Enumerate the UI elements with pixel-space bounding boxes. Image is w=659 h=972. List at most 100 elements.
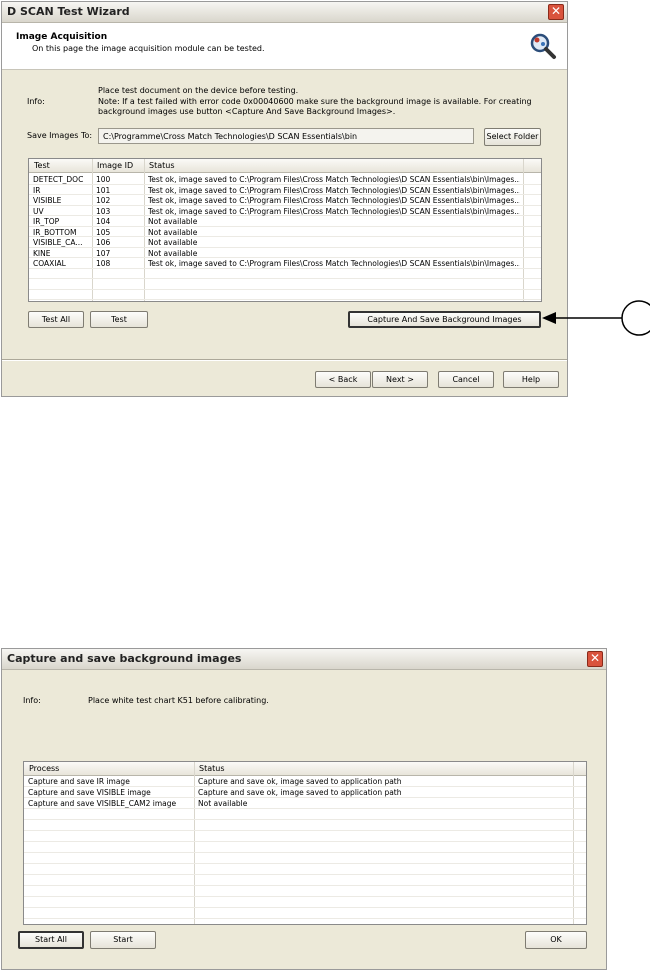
row-separator bbox=[24, 830, 586, 831]
capture-titlebar: Capture and save background images ✕ bbox=[2, 649, 606, 670]
cell-status: Test ok, image saved to C:\Program Files… bbox=[148, 196, 520, 205]
magnifier-icon bbox=[530, 33, 556, 59]
capture-info-text: Place white test chart K51 before calibr… bbox=[88, 696, 269, 705]
cell-status: Test ok, image saved to C:\Program Files… bbox=[148, 175, 520, 184]
test-all-button[interactable]: Test All bbox=[28, 311, 84, 328]
cell-id: 106 bbox=[96, 238, 111, 247]
row-separator bbox=[24, 896, 586, 897]
row-separator bbox=[24, 863, 586, 864]
table-row[interactable]: Capture and save VISIBLE image Capture an… bbox=[24, 787, 586, 798]
cell-status: Not available bbox=[148, 248, 198, 258]
help-button[interactable]: Help bbox=[503, 371, 559, 388]
cell-test: VISIBLE bbox=[33, 196, 62, 205]
cell-status: Capture and save ok, image saved to appl… bbox=[198, 777, 402, 786]
cell-test: KINE bbox=[33, 248, 51, 258]
cell-test: UV bbox=[33, 206, 44, 216]
cell-id: 100 bbox=[96, 175, 111, 184]
close-icon[interactable]: ✕ bbox=[548, 4, 564, 20]
wizard-header-subtitle: On this page the image acquisition modul… bbox=[32, 44, 265, 53]
back-button[interactable]: < Back bbox=[315, 371, 371, 388]
capture-process-table: Process Status Capture and save IR image… bbox=[23, 761, 587, 925]
info-label: Info: bbox=[27, 97, 45, 106]
row-separator bbox=[24, 874, 586, 875]
capture-background-button[interactable]: Capture And Save Background Images bbox=[348, 311, 541, 328]
table-row[interactable]: DETECT_DOC 100 Test ok, image saved to C:\… bbox=[29, 174, 541, 185]
test-results-table: Test Image ID Status DETECT_DOC 100 Test o… bbox=[28, 158, 542, 302]
table-row[interactable]: KINE 107 Not available bbox=[29, 248, 541, 259]
table-row[interactable]: IR_TOP 104 Not available bbox=[29, 216, 541, 227]
test-table-header: Test Image ID Status bbox=[29, 159, 541, 173]
row-separator bbox=[24, 885, 586, 886]
table-row[interactable]: VISIBLE_CA... 106 Not available bbox=[29, 237, 541, 248]
row-separator bbox=[29, 299, 541, 300]
cell-status: Not available bbox=[148, 217, 198, 226]
col-status-header: Status bbox=[199, 764, 225, 773]
cell-id: 104 bbox=[96, 217, 111, 226]
start-button[interactable]: Start bbox=[90, 931, 156, 949]
cell-status: Not available bbox=[198, 799, 248, 808]
row-separator bbox=[24, 918, 586, 919]
test-button[interactable]: Test bbox=[90, 311, 148, 328]
col-status-header: Status bbox=[149, 161, 175, 170]
row-separator bbox=[24, 907, 586, 908]
cell-status: Capture and save ok, image saved to appl… bbox=[198, 788, 402, 797]
cell-status: Test ok, image saved to C:\Program Files… bbox=[148, 259, 520, 268]
info-line-2: Note: If a test failed with error code 0… bbox=[98, 97, 532, 106]
cell-status: Test ok, image saved to C:\Program Files… bbox=[148, 185, 520, 195]
cell-id: 102 bbox=[96, 196, 111, 205]
cell-id: 103 bbox=[96, 206, 111, 216]
capture-title: Capture and save background images bbox=[7, 652, 242, 665]
row-separator bbox=[24, 852, 586, 853]
save-path-value: C:\Programme\Cross Match Technologies\D … bbox=[103, 132, 358, 141]
table-row[interactable]: IR 101 Test ok, image saved to C:\Program … bbox=[29, 185, 541, 196]
save-path-field[interactable]: C:\Programme\Cross Match Technologies\D … bbox=[98, 128, 474, 144]
cell-test: DETECT_DOC bbox=[33, 175, 84, 184]
capture-info-label: Info: bbox=[23, 696, 41, 705]
ok-button[interactable]: OK bbox=[525, 931, 587, 949]
cell-test: VISIBLE_CA... bbox=[33, 238, 83, 247]
row-separator bbox=[24, 819, 586, 820]
save-images-label: Save Images To: bbox=[27, 131, 93, 140]
cell-id: 107 bbox=[96, 248, 111, 258]
cell-id: 101 bbox=[96, 185, 111, 195]
close-icon[interactable]: ✕ bbox=[587, 651, 603, 667]
cancel-button[interactable]: Cancel bbox=[438, 371, 494, 388]
col-process-header: Process bbox=[29, 764, 60, 773]
cell-test: IR_TOP bbox=[33, 217, 60, 226]
col-test-header: Test bbox=[34, 161, 50, 170]
cell-test: IR bbox=[33, 185, 41, 195]
callout-circle bbox=[621, 300, 650, 336]
table-row[interactable]: Capture and save VISIBLE_CAM2 image Not a… bbox=[24, 798, 586, 809]
table-row[interactable]: COAXIAL 108 Test ok, image saved to C:\Pro… bbox=[29, 258, 541, 269]
cell-process: Capture and save VISIBLE_CAM2 image bbox=[28, 799, 177, 808]
row-separator bbox=[29, 288, 541, 290]
row-separator bbox=[24, 841, 586, 842]
capture-background-window: Capture and save background images ✕ Inf… bbox=[1, 648, 607, 970]
test-wizard-window: D SCAN Test Wizard ✕ Image Acquisition O… bbox=[1, 1, 568, 397]
select-folder-button[interactable]: Select Folder bbox=[484, 128, 541, 146]
start-all-button[interactable]: Start All bbox=[18, 931, 84, 949]
cell-status: Not available bbox=[148, 238, 198, 247]
wizard-header-panel: Image Acquisition On this page the image… bbox=[2, 23, 567, 70]
wizard-titlebar: D SCAN Test Wizard ✕ bbox=[2, 2, 567, 23]
cell-test: IR_BOTTOM bbox=[33, 227, 77, 237]
cell-id: 105 bbox=[96, 227, 111, 237]
row-separator bbox=[29, 278, 541, 279]
table-row[interactable]: VISIBLE 102 Test ok, image saved to C:\Pro… bbox=[29, 195, 541, 206]
cell-process: Capture and save IR image bbox=[28, 777, 130, 786]
table-row[interactable]: UV 103 Test ok, image saved to C:\Program … bbox=[29, 206, 541, 217]
info-line-3: background images use button <Capture An… bbox=[98, 107, 396, 116]
cell-process: Capture and save VISIBLE image bbox=[28, 788, 151, 797]
cell-status: Test ok, image saved to C:\Program Files… bbox=[148, 206, 520, 216]
table-row[interactable]: IR_BOTTOM 105 Not available bbox=[29, 227, 541, 238]
cell-id: 108 bbox=[96, 259, 111, 268]
capture-table-header: Process Status bbox=[24, 762, 586, 776]
footer-separator bbox=[2, 359, 567, 361]
cell-test: COAXIAL bbox=[33, 259, 66, 268]
wizard-header-title: Image Acquisition bbox=[16, 32, 108, 42]
col-imageid-header: Image ID bbox=[97, 161, 134, 170]
table-row[interactable]: Capture and save IR image Capture and sav… bbox=[24, 776, 586, 787]
cell-status: Not available bbox=[148, 227, 198, 237]
callout-arrow bbox=[542, 300, 650, 336]
next-button[interactable]: Next > bbox=[372, 371, 428, 388]
